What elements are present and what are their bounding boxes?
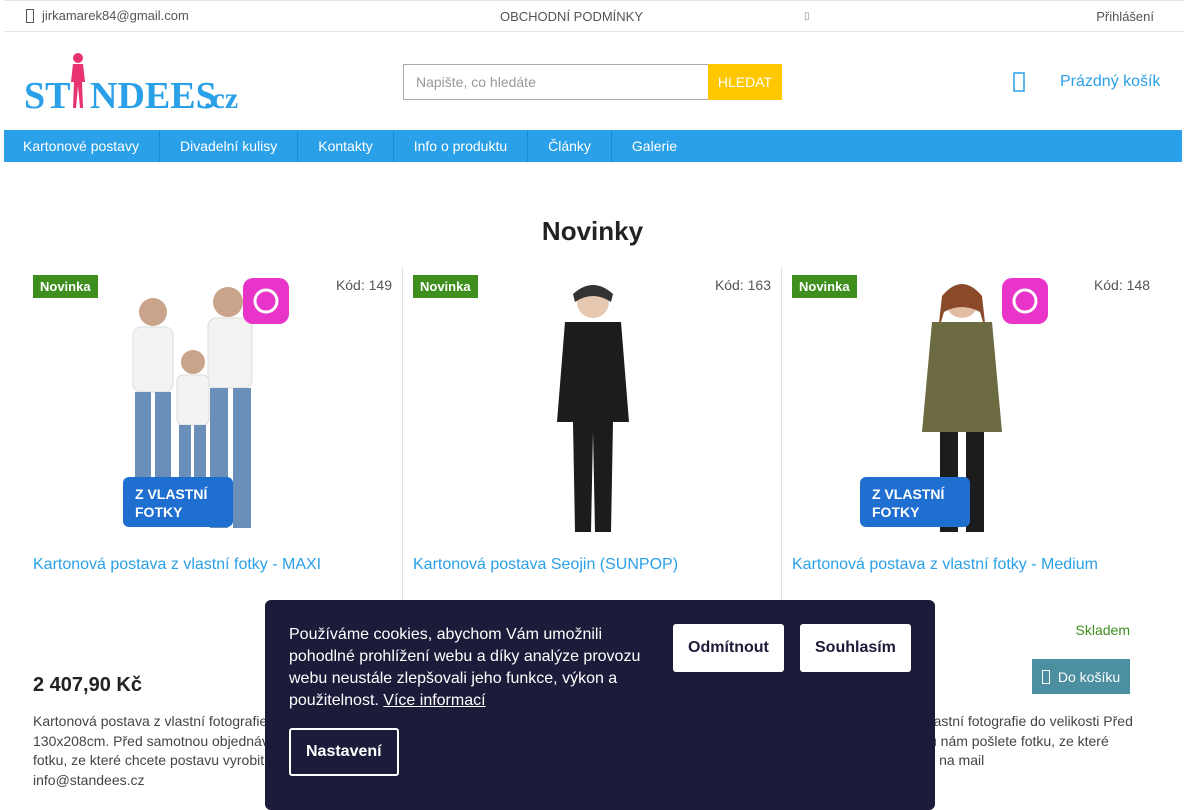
site-logo[interactable]: ST NDEES .cz [24, 50, 254, 117]
search-input[interactable] [403, 64, 708, 100]
new-badge: Novinka [33, 275, 98, 298]
instagram-icon [243, 278, 289, 324]
svg-text:FOTKY: FOTKY [872, 504, 920, 520]
phone-icon [26, 8, 34, 23]
search-form: HLEDAT [403, 64, 782, 100]
cart-small-icon [1041, 669, 1050, 684]
main-nav: Kartonové postavy Divadelní kulisy Konta… [4, 130, 1182, 162]
logo-text-ndees: NDEES [90, 75, 217, 114]
search-button[interactable]: HLEDAT [708, 64, 782, 100]
logo-text-st: ST [24, 75, 70, 114]
new-badge: Novinka [792, 275, 857, 298]
nav-item-kontakty[interactable]: Kontakty [298, 130, 394, 162]
section-heading: Novinky [541, 216, 644, 246]
cookie-text: Používáme cookies, abychom Vám umožnili … [289, 624, 659, 712]
product-code: Kód: 163 [714, 277, 771, 293]
product-code: Kód: 149 [335, 277, 392, 293]
reject-cookies-button[interactable]: Odmítnout [673, 624, 784, 672]
product-title[interactable]: Kartonová postava Seojin (SUNPOP) [413, 556, 773, 574]
new-badge: Novinka [413, 275, 478, 298]
placeholder-icon: ▯ [804, 11, 810, 22]
product-image[interactable] [473, 272, 713, 542]
cart-label: Prázdný košík [1060, 73, 1161, 90]
terms-link[interactable]: OBCHODNÍ PODMÍNKY [500, 9, 643, 24]
add-to-cart-button[interactable]: Do košíku [1032, 659, 1130, 694]
add-to-cart-label: Do košíku [1057, 668, 1121, 685]
product-price: 2 407,90 Kč [33, 674, 142, 696]
instagram-icon [1002, 278, 1048, 324]
svg-text:Z VLASTNÍ: Z VLASTNÍ [872, 486, 945, 502]
cart-icon [1013, 72, 1025, 92]
cart-widget[interactable]: Prázdný košík [1012, 70, 1160, 94]
contact-email[interactable]: jirkamarek84@gmail.com [26, 8, 189, 23]
product-code: Kód: 148 [1093, 277, 1150, 293]
accept-cookies-button[interactable]: Souhlasím [800, 624, 911, 672]
login-link[interactable]: Přihlášení [1096, 9, 1154, 24]
svg-text:Z VLASTNÍ: Z VLASTNÍ [135, 486, 208, 502]
product-image[interactable]: Z VLASTNÍ FOTKY [852, 272, 1092, 542]
nav-item-kartonove-postavy[interactable]: Kartonové postavy [4, 130, 160, 162]
logo-figure-icon [71, 53, 85, 108]
nav-item-galerie[interactable]: Galerie [612, 130, 697, 162]
stock-status: Skladem [1075, 622, 1130, 638]
cookie-banner: Používáme cookies, abychom Vám umožnili … [265, 600, 935, 810]
svg-text:FOTKY: FOTKY [135, 504, 183, 520]
top-bar: jirkamarek84@gmail.com OBCHODNÍ PODMÍNKY… [4, 0, 1184, 32]
logo-text-tld: .cz [204, 82, 238, 114]
more-info-link[interactable]: Více informací [383, 692, 485, 709]
nav-item-clanky[interactable]: Články [528, 130, 612, 162]
nav-item-divadelni-kulisy[interactable]: Divadelní kulisy [160, 130, 299, 162]
nav-item-info-o-produktu[interactable]: Info o produktu [394, 130, 529, 162]
product-title[interactable]: Kartonová postava z vlastní fotky - MAXI [33, 556, 393, 574]
product-image[interactable]: Z VLASTNÍ FOTKY [93, 272, 333, 542]
product-title[interactable]: Kartonová postava z vlastní fotky - Medi… [792, 556, 1152, 574]
cookie-settings-button[interactable]: Nastavení [289, 728, 399, 776]
contact-email-text: jirkamarek84@gmail.com [42, 8, 189, 23]
